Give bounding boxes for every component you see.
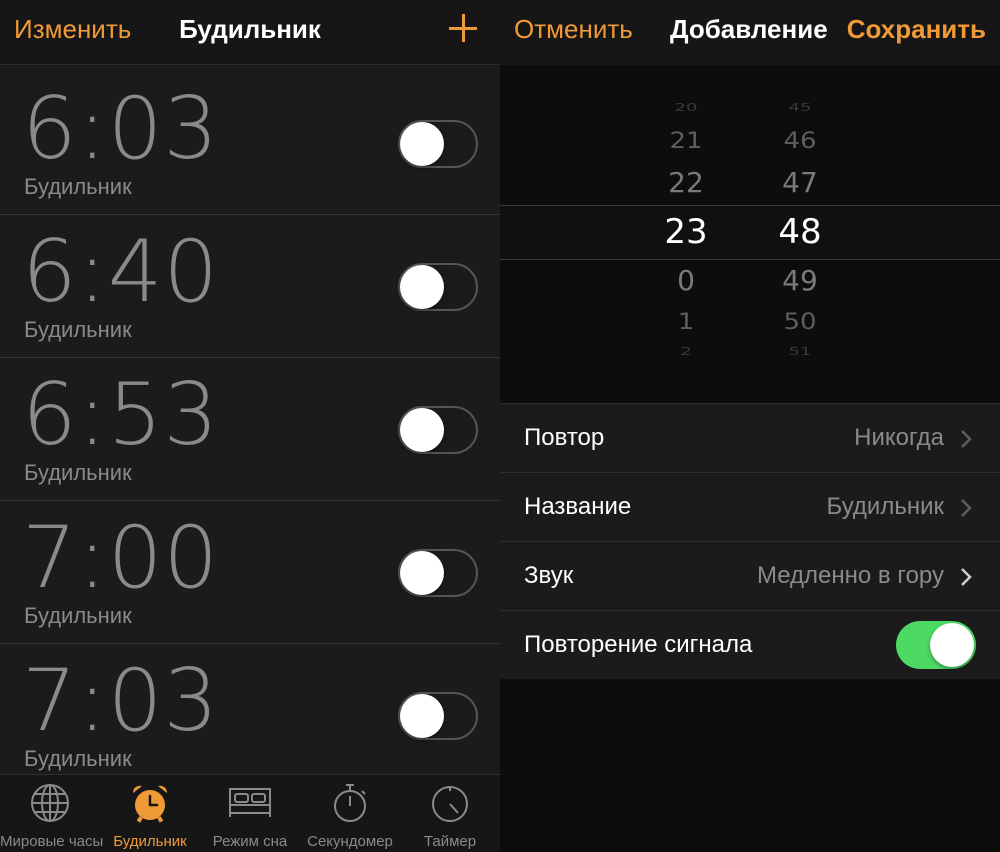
- timer-icon: [432, 786, 468, 822]
- chevron-right-icon: [961, 430, 972, 448]
- picker-value: 51: [788, 345, 812, 358]
- tab-label: Будильник: [113, 833, 187, 850]
- alarm-clock-icon: [132, 785, 168, 823]
- alarm-list: 6:03 Будильник 6:40 Будильник 6:53 Будил…: [0, 72, 500, 787]
- setting-value: Будильник: [826, 493, 944, 520]
- alarm-row[interactable]: 7:03 Будильник: [0, 644, 500, 787]
- tab-timer[interactable]: Таймер: [400, 775, 500, 852]
- tab-label: Таймер: [423, 833, 477, 850]
- globe-icon: [31, 784, 69, 822]
- alarm-time: 6:53: [22, 365, 220, 465]
- alarm-toggle[interactable]: [398, 406, 478, 454]
- picker-value: 45: [788, 101, 812, 114]
- snooze-toggle[interactable]: [896, 621, 976, 669]
- tab-stopwatch[interactable]: Секундомер: [300, 775, 400, 852]
- bed-icon: [229, 788, 271, 817]
- selected-hour: 23: [664, 212, 708, 252]
- setting-value: Медленно в гору: [756, 562, 944, 589]
- alarm-row[interactable]: 6:53 Будильник: [0, 358, 500, 501]
- navigation-bar: Отменить Добавление Сохранить: [500, 0, 1000, 65]
- picker-value: 47: [782, 166, 818, 199]
- name-row[interactable]: Название Будильник: [500, 473, 1000, 542]
- chevron-right-icon: [961, 568, 972, 586]
- alarm-toggle[interactable]: [398, 692, 478, 740]
- selected-minute: 48: [778, 212, 822, 252]
- alarm-settings: Повтор Никогда Название Будильник Звук М…: [500, 403, 1000, 679]
- toggle-knob: [400, 694, 444, 738]
- page-title: Будильник: [179, 14, 321, 44]
- picker-value: 22: [668, 166, 704, 199]
- alarm-label: Будильник: [24, 174, 132, 199]
- setting-value: Никогда: [854, 424, 944, 451]
- picker-value: 1: [677, 309, 695, 335]
- tab-label: Мировые часы: [0, 833, 104, 850]
- setting-label: Повторение сигнала: [524, 631, 753, 658]
- alarm-label: Будильник: [24, 317, 132, 342]
- hour-wheel[interactable]: 20 21 22 23 0 1 2: [646, 65, 726, 403]
- alarm-label: Будильник: [24, 603, 132, 628]
- alarm-row[interactable]: 7:00 Будильник: [0, 501, 500, 644]
- tab-world-clock[interactable]: Мировые часы: [0, 775, 104, 852]
- navigation-bar: Изменить Будильник: [0, 0, 500, 65]
- tab-label: Секундомер: [307, 833, 393, 850]
- alarm-toggle[interactable]: [398, 120, 478, 168]
- alarm-row[interactable]: 6:03 Будильник: [0, 72, 500, 215]
- tab-label: Режим сна: [212, 833, 288, 850]
- picker-value: 21: [669, 128, 703, 154]
- alarm-time: 6:40: [22, 222, 220, 322]
- tab-alarm[interactable]: Будильник: [100, 775, 200, 852]
- stopwatch-icon: [334, 784, 366, 822]
- setting-label: Название: [524, 493, 632, 520]
- toggle-knob: [400, 408, 444, 452]
- picker-selection-band: [500, 205, 1000, 260]
- add-alarm-screen: Отменить Добавление Сохранить 20 21 22 2…: [500, 0, 1000, 852]
- snooze-row: Повторение сигнала: [500, 611, 1000, 680]
- toggle-knob: [400, 265, 444, 309]
- setting-label: Повтор: [524, 424, 605, 451]
- alarm-label: Будильник: [24, 460, 132, 485]
- alarm-time: 7:00: [22, 508, 220, 608]
- page-title: Добавление: [670, 14, 828, 44]
- sound-row[interactable]: Звук Медленно в гору: [500, 542, 1000, 611]
- tab-bedtime[interactable]: Режим сна: [200, 775, 300, 852]
- alarm-list-screen: Изменить Будильник 6:03 Будильник 6:40 Б…: [0, 0, 500, 852]
- cancel-button[interactable]: Отменить: [514, 14, 633, 45]
- picker-value: 0: [677, 264, 695, 297]
- picker-value: 20: [674, 101, 698, 114]
- toggle-knob: [400, 122, 444, 166]
- picker-value: 46: [783, 128, 817, 154]
- time-picker: 20 21 22 23 0 1 2 45 46 47 48 49 50 51: [500, 65, 1000, 403]
- picker-value: 2: [680, 345, 692, 358]
- alarm-time: 7:03: [22, 651, 220, 751]
- alarm-toggle[interactable]: [398, 263, 478, 311]
- alarm-toggle[interactable]: [398, 549, 478, 597]
- repeat-row[interactable]: Повтор Никогда: [500, 404, 1000, 473]
- toggle-knob: [930, 623, 974, 667]
- setting-label: Звук: [524, 562, 574, 589]
- save-button[interactable]: Сохранить: [847, 14, 986, 45]
- minute-wheel[interactable]: 45 46 47 48 49 50 51: [760, 65, 840, 403]
- alarm-label: Будильник: [24, 746, 132, 771]
- tab-bar: Мировые часы Будильник Режим сна Секундо…: [0, 774, 500, 852]
- alarm-row[interactable]: 6:40 Будильник: [0, 215, 500, 358]
- chevron-right-icon: [961, 499, 972, 517]
- picker-value: 49: [782, 264, 818, 297]
- alarm-time: 6:03: [22, 79, 220, 179]
- picker-value: 50: [783, 309, 817, 335]
- plus-icon[interactable]: [448, 10, 478, 44]
- toggle-knob: [400, 551, 444, 595]
